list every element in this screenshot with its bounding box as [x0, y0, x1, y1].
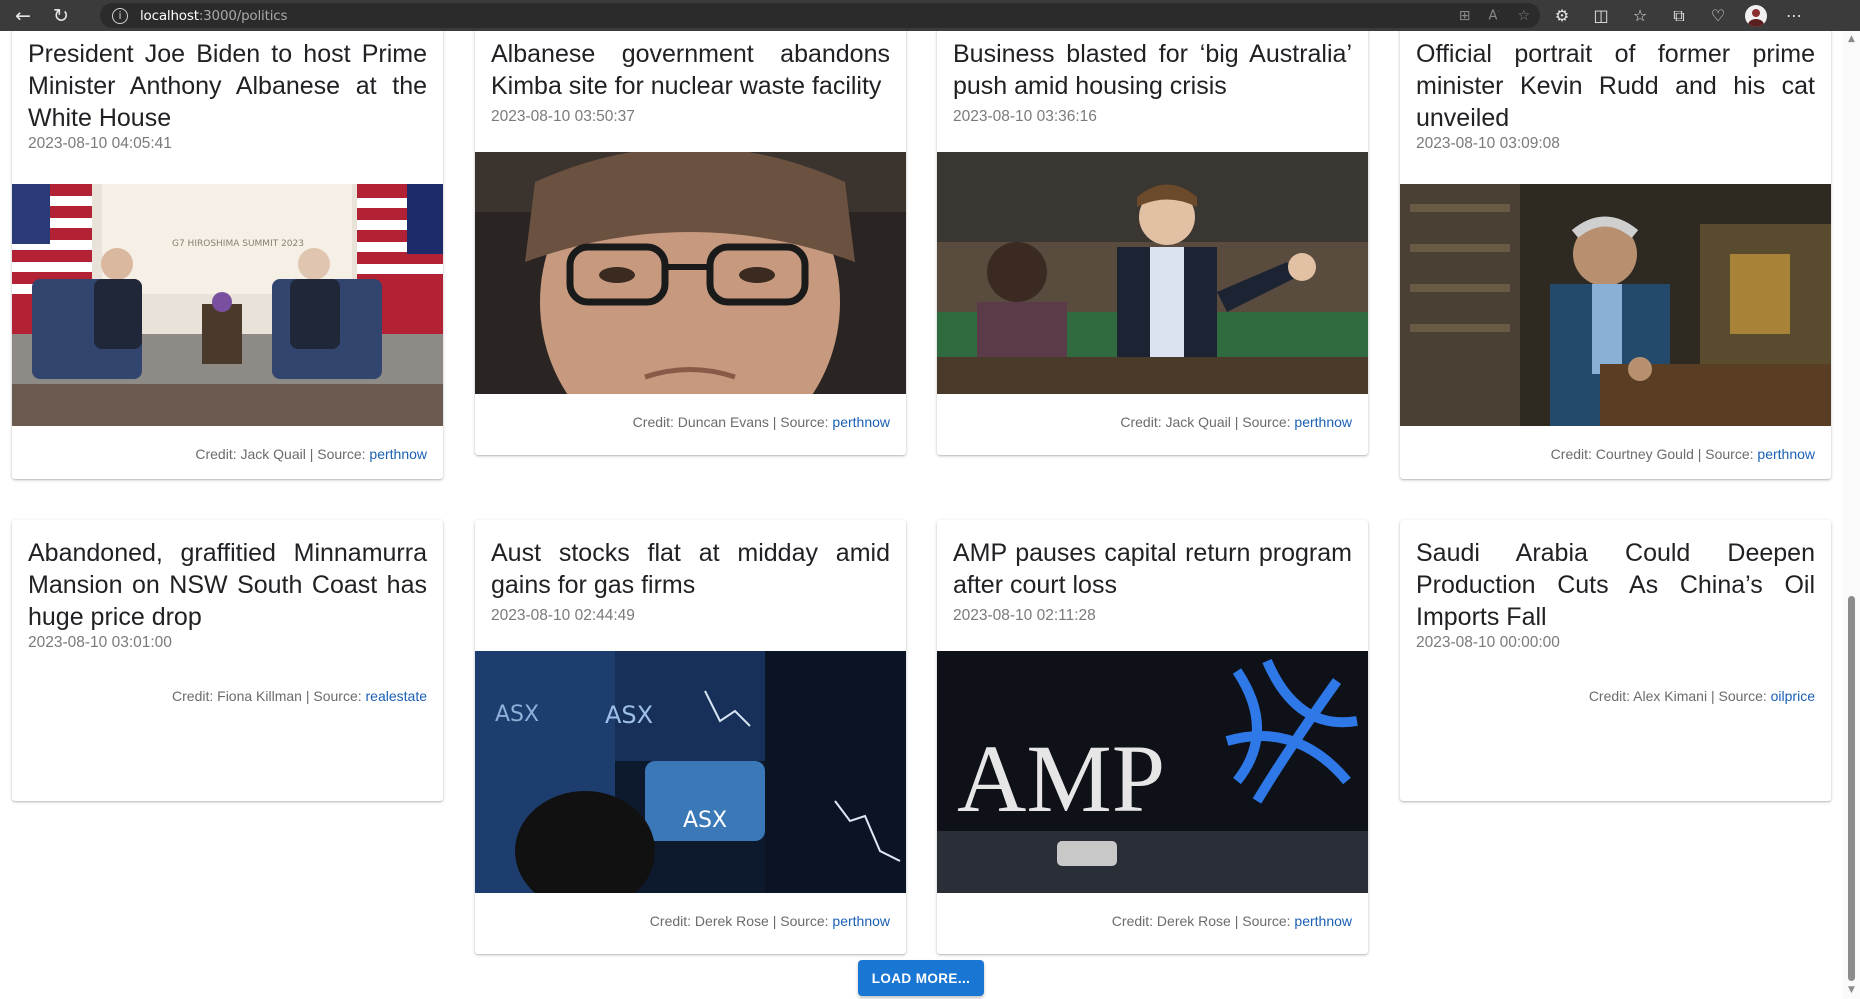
article-date: 2023-08-10 03:01:00: [28, 634, 172, 651]
article-card[interactable]: Aust stocks flat at midday amid gains fo…: [475, 520, 906, 954]
browser-toolbar: ← ↻ i localhost:3000/politics ⊞ Aᐧ ☆ ⚙ ◫…: [0, 0, 1860, 31]
extensions-icon[interactable]: ⚙: [1550, 6, 1574, 25]
read-aloud-icon[interactable]: Aᐧ: [1488, 7, 1499, 23]
source-link[interactable]: oilprice: [1771, 688, 1815, 704]
split-screen-icon[interactable]: ◫: [1589, 6, 1613, 25]
article-card[interactable]: Saudi Arabia Could Deepen Production Cut…: [1400, 520, 1831, 801]
address-bar-actions: ⊞ Aᐧ ☆: [1459, 3, 1530, 28]
favorite-star-icon[interactable]: ☆: [1517, 8, 1530, 24]
browser-extensions: ⚙ ◫ ☆ ⧉ ♡ ⋯: [1550, 0, 1806, 31]
article-image-g7-summit[interactable]: G7 HIROSHIMA SUMMIT 2023: [12, 184, 443, 426]
g7-banner-text: G7 HIROSHIMA SUMMIT 2023: [172, 239, 304, 249]
asx-text-1: ASX: [495, 702, 539, 727]
article-credit: Credit: Alex Kimani | Source: oilprice: [1589, 688, 1815, 704]
source-link[interactable]: perthnow: [369, 446, 427, 462]
more-menu-icon[interactable]: ⋯: [1782, 6, 1806, 25]
article-image-painted-portrait[interactable]: [1400, 184, 1831, 426]
source-link[interactable]: perthnow: [832, 414, 890, 430]
article-card[interactable]: Business blasted for ‘big Australia’ pus…: [937, 31, 1368, 455]
url-host: localhost: [140, 7, 199, 24]
article-date: 2023-08-10 03:50:37: [491, 108, 635, 125]
scrollbar-thumb[interactable]: [1848, 596, 1855, 981]
article-image-amp-sign[interactable]: AMP: [937, 651, 1368, 893]
source-link[interactable]: perthnow: [1294, 414, 1352, 430]
article-title[interactable]: Abandoned, graffitied Minnamurra Mansion…: [28, 537, 427, 633]
amp-sign-text: AMP: [957, 725, 1165, 832]
news-page: President Joe Biden to host Prime Minist…: [0, 31, 1843, 999]
page-scrollbar[interactable]: ▲ ▼: [1843, 31, 1860, 999]
article-credit: Credit: Jack Quail | Source: perthnow: [1120, 414, 1352, 430]
source-link[interactable]: perthnow: [1294, 913, 1352, 929]
article-date: 2023-08-10 03:09:08: [1416, 135, 1560, 152]
asx-text-3: ASX: [683, 808, 727, 833]
credit-text: Credit: Duncan Evans | Source:: [632, 414, 833, 430]
scroll-down-arrow-icon[interactable]: ▼: [1846, 985, 1857, 995]
credit-text: Credit: Jack Quail | Source:: [195, 446, 370, 462]
article-date: 2023-08-10 02:11:28: [953, 607, 1096, 624]
source-link[interactable]: perthnow: [832, 913, 890, 929]
credit-text: Credit: Fiona Killman | Source:: [172, 688, 366, 704]
source-link[interactable]: realestate: [366, 688, 427, 704]
article-card[interactable]: Official portrait of former prime minist…: [1400, 31, 1831, 479]
article-credit: Credit: Jack Quail | Source: perthnow: [195, 446, 427, 462]
article-card[interactable]: Abandoned, graffitied Minnamurra Mansion…: [12, 520, 443, 801]
article-credit: Credit: Fiona Killman | Source: realesta…: [172, 688, 427, 704]
article-credit: Credit: Derek Rose | Source: perthnow: [1112, 913, 1352, 929]
article-image-asx-screens[interactable]: ASX ASX ASX: [475, 651, 906, 893]
article-title[interactable]: Saudi Arabia Could Deepen Production Cut…: [1416, 537, 1815, 633]
url-path: :3000/politics: [198, 7, 288, 24]
back-icon[interactable]: ←: [4, 0, 42, 31]
article-date: 2023-08-10 04:05:41: [28, 135, 172, 152]
article-image-parliament-speaker[interactable]: [937, 152, 1368, 394]
credit-text: Credit: Derek Rose | Source:: [1111, 913, 1295, 929]
credit-text: Credit: Courtney Gould | Source:: [1550, 446, 1758, 462]
source-link[interactable]: perthnow: [1757, 446, 1815, 462]
browser-essentials-icon[interactable]: ♡: [1706, 6, 1730, 25]
article-credit: Credit: Derek Rose | Source: perthnow: [650, 913, 890, 929]
collections-icon[interactable]: ⧉: [1667, 6, 1691, 26]
profile-avatar[interactable]: [1745, 4, 1767, 27]
article-title[interactable]: President Joe Biden to host Prime Minist…: [28, 38, 427, 134]
asx-text-2: ASX: [605, 701, 653, 729]
favorites-icon[interactable]: ☆: [1628, 6, 1652, 25]
info-icon[interactable]: i: [112, 7, 128, 24]
article-date: 2023-08-10 02:44:49: [491, 607, 635, 624]
scroll-up-arrow-icon[interactable]: ▲: [1846, 34, 1857, 44]
article-title[interactable]: Official portrait of former prime minist…: [1416, 38, 1815, 134]
article-title[interactable]: Aust stocks flat at midday amid gains fo…: [491, 537, 890, 601]
address-bar[interactable]: i localhost:3000/politics ⊞ Aᐧ ☆: [100, 3, 1540, 28]
article-image-woman-portrait[interactable]: [475, 152, 906, 394]
app-available-icon[interactable]: ⊞: [1459, 8, 1471, 24]
article-credit: Credit: Courtney Gould | Source: perthno…: [1551, 446, 1815, 462]
url-text[interactable]: localhost:3000/politics: [140, 8, 287, 24]
credit-text: Credit: Derek Rose | Source:: [649, 913, 833, 929]
article-credit: Credit: Duncan Evans | Source: perthnow: [633, 414, 890, 430]
load-more-button[interactable]: LOAD MORE...: [858, 960, 984, 996]
article-title[interactable]: Business blasted for ‘big Australia’ pus…: [953, 38, 1352, 102]
article-date: 2023-08-10 00:00:00: [1416, 634, 1560, 651]
credit-text: Credit: Jack Quail | Source:: [1120, 414, 1295, 430]
article-card[interactable]: Albanese government abandons Kimba site …: [475, 31, 906, 455]
article-card[interactable]: AMP pauses capital return program after …: [937, 520, 1368, 954]
article-title[interactable]: AMP pauses capital return program after …: [953, 537, 1352, 601]
article-card[interactable]: President Joe Biden to host Prime Minist…: [12, 31, 443, 479]
credit-text: Credit: Alex Kimani | Source:: [1588, 688, 1771, 704]
article-title[interactable]: Albanese government abandons Kimba site …: [491, 38, 890, 102]
reload-icon[interactable]: ↻: [42, 0, 80, 31]
article-date: 2023-08-10 03:36:16: [953, 108, 1097, 125]
